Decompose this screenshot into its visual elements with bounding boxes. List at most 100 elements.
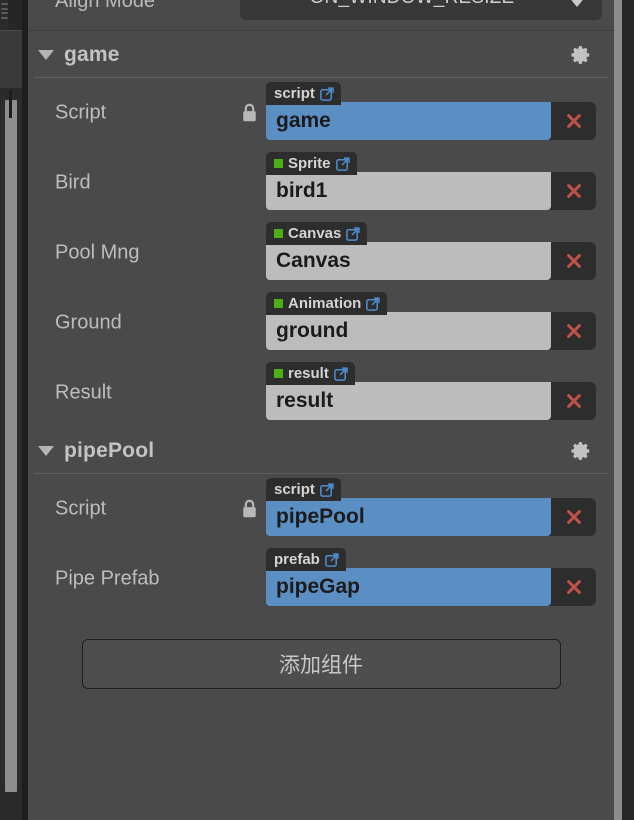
asset-reference-control: bird1 — [266, 172, 596, 210]
asset-type-chip[interactable]: Sprite — [266, 152, 357, 175]
asset-type-label: script — [274, 85, 315, 102]
property-row: Script script pipePool — [28, 474, 614, 544]
asset-type-chip[interactable]: script — [266, 82, 341, 105]
clear-reference-button[interactable] — [551, 102, 596, 140]
asset-reference-field[interactable]: pipeGap — [266, 568, 551, 606]
clear-reference-button[interactable] — [551, 568, 596, 606]
menu-hamburger-icon[interactable] — [1, 3, 8, 19]
section-title: pipePool — [64, 439, 155, 462]
asset-reference-control: pipeGap — [266, 568, 596, 606]
clear-reference-button[interactable] — [551, 242, 596, 280]
external-link-icon[interactable] — [366, 296, 381, 311]
close-x-icon — [565, 322, 583, 340]
align-mode-label: Align Mode — [55, 0, 156, 12]
align-mode-dropdown[interactable]: ON_WINDOW_RESIZE — [240, 0, 602, 20]
asset-type-chip[interactable]: prefab — [266, 548, 346, 571]
asset-type-dot-icon — [274, 159, 283, 168]
asset-type-label: script — [274, 481, 315, 498]
asset-type-chip[interactable]: script — [266, 478, 341, 501]
component-sections: game Script script game Bird Sprite bird1 Pool … — [28, 32, 614, 614]
asset-reference-control: ground — [266, 312, 596, 350]
asset-type-label: Sprite — [288, 155, 331, 172]
close-x-icon — [565, 392, 583, 410]
asset-type-dot-icon — [274, 229, 283, 238]
property-row: Result result result — [28, 358, 614, 428]
asset-reference-control: Canvas — [266, 242, 596, 280]
clear-reference-button[interactable] — [551, 382, 596, 420]
external-link-icon[interactable] — [319, 86, 334, 101]
asset-reference-field[interactable]: game — [266, 102, 551, 140]
inspector-scrollbar-thumb[interactable] — [614, 0, 622, 820]
gear-icon[interactable] — [570, 440, 592, 462]
asset-reference-value: pipePool — [276, 505, 365, 528]
asset-type-chip[interactable]: result — [266, 362, 355, 385]
clear-reference-button[interactable] — [551, 172, 596, 210]
add-component-button[interactable]: 添加组件 — [81, 639, 561, 689]
inspector-content: Align Mode ON_WINDOW_RESIZE game Script sc… — [28, 0, 614, 820]
asset-reference-field[interactable]: Canvas — [266, 242, 551, 280]
property-row: Script script game — [28, 78, 614, 148]
property-label: Pipe Prefab — [55, 567, 160, 590]
asset-reference-field[interactable]: pipePool — [266, 498, 551, 536]
asset-type-label: Animation — [288, 295, 362, 312]
asset-type-dot-icon — [274, 299, 283, 308]
asset-reference-field[interactable]: bird1 — [266, 172, 551, 210]
asset-type-label: result — [288, 365, 329, 382]
property-label: Result — [55, 381, 112, 404]
lock-icon — [240, 102, 259, 124]
asset-reference-value: bird1 — [276, 179, 328, 202]
left-panel-scrollbar-thumb[interactable] — [5, 100, 17, 792]
property-row: Ground Animation ground — [28, 288, 614, 358]
top-divider — [28, 30, 614, 31]
asset-reference-value: result — [276, 389, 334, 412]
asset-type-dot-icon — [274, 369, 283, 378]
section-header-game[interactable]: game — [28, 32, 614, 78]
external-link-icon[interactable] — [324, 552, 339, 567]
asset-reference-control: pipePool — [266, 498, 596, 536]
caret-down-icon[interactable] — [38, 446, 54, 456]
clear-reference-button[interactable] — [551, 498, 596, 536]
property-label: Script — [55, 101, 107, 124]
asset-type-chip[interactable]: Animation — [266, 292, 388, 315]
close-x-icon — [565, 252, 583, 270]
align-mode-row: Align Mode ON_WINDOW_RESIZE — [28, 0, 614, 32]
property-row: Pool Mng Canvas Canvas — [28, 218, 614, 288]
asset-reference-control: result — [266, 382, 596, 420]
align-mode-value: ON_WINDOW_RESIZE — [310, 0, 533, 9]
property-label: Ground — [55, 311, 122, 334]
asset-type-label: prefab — [274, 551, 320, 568]
right-edge-strip — [622, 0, 634, 820]
property-label: Bird — [55, 171, 91, 194]
property-row: Bird Sprite bird1 — [28, 148, 614, 218]
add-component-area: 添加组件 — [28, 614, 614, 714]
lock-icon — [240, 498, 259, 520]
property-label: Pool Mng — [55, 241, 140, 264]
external-link-icon[interactable] — [346, 226, 361, 241]
asset-reference-field[interactable]: result — [266, 382, 551, 420]
close-x-icon — [565, 578, 583, 596]
asset-reference-field[interactable]: ground — [266, 312, 551, 350]
caret-down-icon[interactable] — [38, 50, 54, 60]
clear-reference-button[interactable] — [551, 312, 596, 350]
close-x-icon — [565, 182, 583, 200]
component-section-pipePool: pipePool Script script pipePool Pipe Prefab p… — [28, 428, 614, 614]
asset-reference-control: game — [266, 102, 596, 140]
close-x-icon — [565, 112, 583, 130]
close-x-icon — [565, 508, 583, 526]
asset-reference-value: pipeGap — [276, 575, 361, 598]
asset-reference-value: ground — [276, 319, 349, 342]
property-label: Script — [55, 497, 107, 520]
bottom-spacer — [28, 714, 614, 744]
asset-type-label: Canvas — [288, 225, 342, 242]
component-section-game: game Script script game Bird Sprite bird1 Pool … — [28, 32, 614, 428]
section-title: game — [64, 43, 120, 66]
section-header-pipePool[interactable]: pipePool — [28, 428, 614, 474]
screen-root: Align Mode ON_WINDOW_RESIZE game Script sc… — [0, 0, 634, 820]
gear-icon[interactable] — [570, 44, 592, 66]
asset-reference-value: game — [276, 109, 331, 132]
left-panel-scroll-tick — [9, 90, 12, 118]
external-link-icon[interactable] — [335, 156, 350, 171]
external-link-icon[interactable] — [319, 482, 334, 497]
asset-type-chip[interactable]: Canvas — [266, 222, 368, 245]
external-link-icon[interactable] — [333, 366, 348, 381]
